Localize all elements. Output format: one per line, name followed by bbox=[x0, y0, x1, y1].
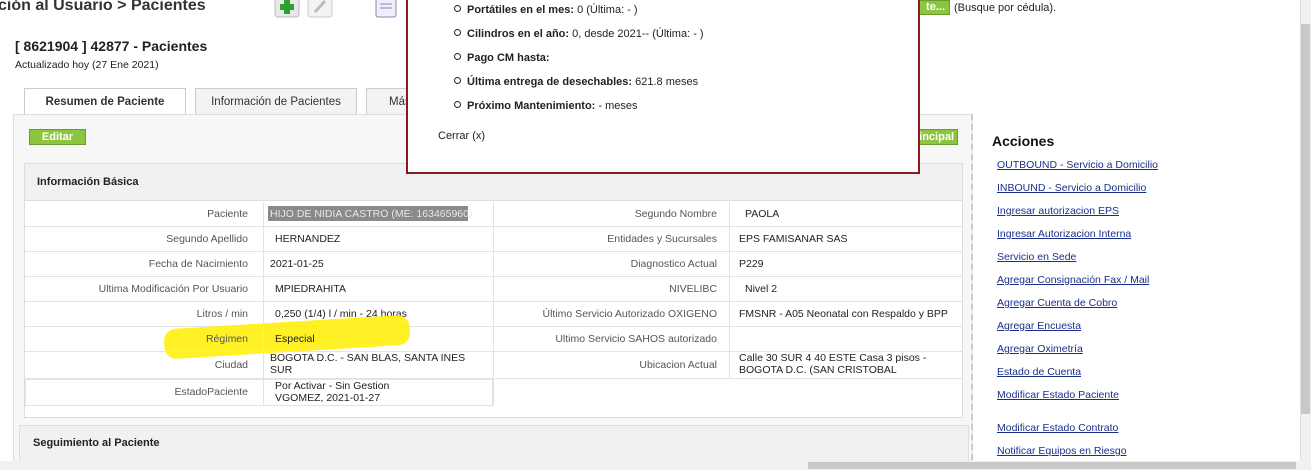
field-label: Litros / min bbox=[196, 308, 248, 320]
field-label: Fecha de Nacimiento bbox=[148, 258, 248, 270]
action-link-estado-cuenta[interactable]: Estado de Cuenta bbox=[997, 366, 1081, 378]
popup-item: Próximo Mantenimiento: - meses bbox=[454, 100, 638, 112]
field-label: Último Servicio Autorizado OXIGENO bbox=[542, 308, 717, 320]
field-value: Nivel 2 bbox=[745, 283, 778, 295]
search-hint: (Busque por cédula). bbox=[954, 2, 1057, 14]
basic-info-title: Información Básica bbox=[37, 176, 139, 188]
action-link-consignacion[interactable]: Agregar Consignación Fax / Mail bbox=[997, 274, 1149, 286]
field-value: PAOLA bbox=[745, 208, 780, 220]
updated-label: Actualizado hoy (27 Ene 2021) bbox=[15, 59, 159, 71]
bullet-icon bbox=[454, 101, 461, 108]
action-link-modificar-estado-contrato[interactable]: Modificar Estado Contrato bbox=[997, 422, 1118, 434]
field-label: Segundo Apellido bbox=[166, 233, 248, 245]
popup-item: Última entrega de desechables: 621.8 mes… bbox=[454, 76, 698, 88]
field-label: Ultima Modificación Por Usuario bbox=[98, 283, 248, 295]
horizontal-scroll-thumb[interactable] bbox=[808, 462, 1296, 469]
action-link-oximetria[interactable]: Agregar Oximetría bbox=[997, 343, 1083, 355]
field-label: NIVELIBC bbox=[669, 283, 717, 295]
action-link-autorizacion-eps[interactable]: Ingresar autorizacion EPS bbox=[997, 205, 1119, 217]
popup-item: Portátiles en el mes: 0 (Última: - ) bbox=[454, 4, 638, 16]
action-link-inbound[interactable]: INBOUND - Servicio a Domicilio bbox=[997, 182, 1146, 194]
popup-close-link[interactable]: Cerrar (x) bbox=[438, 130, 485, 142]
actions-title: Acciones bbox=[992, 133, 1055, 149]
field-label: Ciudad bbox=[214, 359, 248, 371]
action-link-modificar-estado-paciente[interactable]: Modificar Estado Paciente bbox=[997, 389, 1119, 401]
breadcrumb-parent[interactable]: ción al Usuario bbox=[0, 0, 113, 14]
field-value: Especial bbox=[275, 333, 315, 345]
action-link-autorizacion-interna[interactable]: Ingresar Autorizacion Interna bbox=[997, 228, 1131, 240]
column-divider bbox=[729, 202, 730, 379]
action-link-cuenta-cobro[interactable]: Agregar Cuenta de Cobro bbox=[997, 297, 1117, 309]
field-label: EstadoPaciente bbox=[174, 386, 248, 398]
popup-item: Pago CM hasta: bbox=[454, 52, 550, 64]
breadcrumb: ción al Usuario > Pacientes bbox=[0, 0, 206, 15]
divider bbox=[971, 114, 973, 470]
bullet-icon bbox=[454, 77, 461, 84]
field-label: Entidades y Sucursales bbox=[607, 233, 717, 245]
vertical-scroll-thumb[interactable] bbox=[1301, 24, 1310, 414]
document-icon[interactable] bbox=[373, 0, 399, 18]
breadcrumb-current: Pacientes bbox=[130, 0, 206, 14]
principal-button[interactable]: incipal bbox=[918, 129, 958, 145]
bullet-icon bbox=[454, 5, 461, 12]
tab-resumen[interactable]: Resumen de Paciente bbox=[24, 88, 186, 115]
action-link-outbound[interactable]: OUTBOUND - Servicio a Domicilio bbox=[997, 159, 1158, 171]
action-link-notificar-equipos[interactable]: Notificar Equipos en Riesgo bbox=[997, 445, 1127, 457]
page-title: [ 8621904 ] 42877 - Pacientes bbox=[15, 38, 208, 54]
field-value: MPIEDRAHITA bbox=[275, 283, 346, 295]
field-label: Paciente bbox=[207, 208, 248, 220]
edit-icon[interactable] bbox=[307, 0, 333, 18]
add-icon[interactable] bbox=[274, 0, 300, 18]
field-value: 2021-01-25 bbox=[270, 258, 324, 270]
field-value: Calle 30 SUR 4 40 ESTE Casa 3 pisos - BO… bbox=[739, 352, 927, 376]
field-label: Ubicacion Actual bbox=[639, 359, 717, 371]
field-label: Ultimo Servicio SAHOS autorizado bbox=[555, 333, 717, 345]
field-label: Diagnostico Actual bbox=[630, 258, 717, 270]
field-label: Régimen bbox=[205, 333, 248, 345]
field-value: P229 bbox=[739, 258, 764, 270]
field-value: Por Activar - Sin Gestion VGOMEZ, 2021-0… bbox=[275, 380, 390, 404]
breadcrumb-separator: > bbox=[117, 0, 127, 14]
field-value: EPS FAMISANAR SAS bbox=[739, 233, 848, 245]
field-value: BOGOTA D.C. - SAN BLAS, SANTA INES SUR bbox=[270, 352, 466, 376]
action-link-servicio-sede[interactable]: Servicio en Sede bbox=[997, 251, 1076, 263]
followup-title: Seguimiento al Paciente bbox=[33, 437, 160, 449]
edit-button[interactable]: Editar bbox=[29, 129, 86, 145]
popup-item: Cilindros en el año: 0, desde 2021-- (Úl… bbox=[454, 28, 704, 40]
bullet-icon bbox=[454, 53, 461, 60]
field-value: FMSNR - A05 Neonatal con Respaldo y BPP bbox=[739, 308, 948, 320]
bullet-icon bbox=[454, 29, 461, 36]
field-value: HERNANDEZ bbox=[275, 233, 341, 245]
column-divider bbox=[263, 202, 264, 406]
column-divider bbox=[493, 202, 494, 406]
field-label: Segundo Nombre bbox=[634, 208, 717, 220]
action-link-encuesta[interactable]: Agregar Encuesta bbox=[997, 320, 1081, 332]
tab-informacion[interactable]: Información de Pacientes bbox=[195, 88, 357, 114]
patient-name: HIJO DE NIDIA CASTRO (ME: 163465960) bbox=[270, 208, 473, 220]
